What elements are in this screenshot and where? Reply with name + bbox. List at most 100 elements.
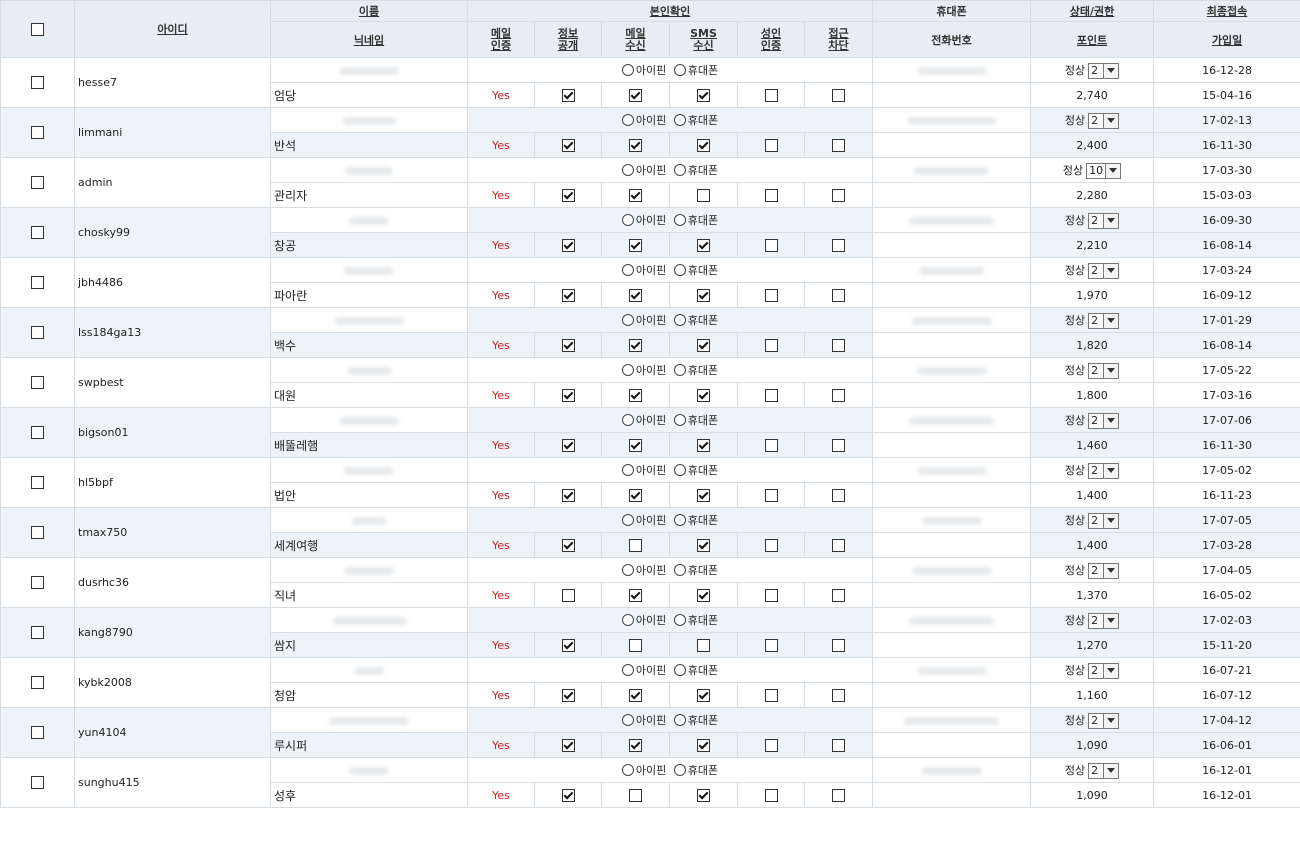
sms-receive-checkbox[interactable]: [697, 788, 710, 802]
mobile-option[interactable]: 휴대폰: [673, 362, 718, 378]
info-public-checkbox[interactable]: [561, 288, 575, 302]
row-select-checkbox[interactable]: [31, 726, 44, 740]
info-public-checkbox[interactable]: [561, 438, 575, 452]
mobile-option[interactable]: 휴대폰: [673, 712, 718, 728]
ipin-radio[interactable]: [621, 413, 634, 426]
mobile-radio[interactable]: [673, 513, 686, 526]
level-select[interactable]: 2: [1088, 662, 1120, 679]
mobile-option[interactable]: 휴대폰: [673, 112, 718, 128]
info-public-checkbox[interactable]: [561, 388, 575, 402]
ipin-option[interactable]: 아이핀: [621, 212, 666, 228]
ipin-radio[interactable]: [621, 363, 634, 376]
chevron-down-icon[interactable]: [1103, 663, 1119, 678]
adult-verify-checkbox[interactable]: [764, 788, 778, 802]
ipin-radio[interactable]: [621, 513, 634, 526]
adult-verify-checkbox[interactable]: [764, 738, 778, 752]
adult-verify-checkbox[interactable]: [764, 538, 778, 552]
header-nickname[interactable]: 닉네임: [270, 21, 468, 58]
ipin-radio[interactable]: [621, 563, 634, 576]
chevron-down-icon[interactable]: [1103, 213, 1119, 228]
chevron-down-icon[interactable]: [1103, 413, 1119, 428]
level-select[interactable]: 2: [1088, 712, 1120, 729]
member-id[interactable]: limmani: [74, 107, 271, 158]
info-public-checkbox[interactable]: [561, 488, 575, 502]
mobile-option[interactable]: 휴대폰: [673, 262, 718, 278]
ipin-option[interactable]: 아이핀: [621, 462, 666, 478]
info-public-checkbox[interactable]: [561, 238, 575, 252]
mail-receive-checkbox[interactable]: [629, 788, 642, 802]
header-adult-verify[interactable]: 성인 인증: [737, 21, 805, 58]
ipin-radio[interactable]: [621, 63, 634, 76]
mail-receive-checkbox[interactable]: [629, 288, 642, 302]
info-public-checkbox[interactable]: [561, 638, 575, 652]
access-block-checkbox[interactable]: [832, 738, 846, 752]
sms-receive-checkbox[interactable]: [697, 388, 710, 402]
header-verify-group[interactable]: 본인확인: [466, 0, 874, 22]
level-select[interactable]: 2: [1088, 512, 1120, 529]
member-id[interactable]: swpbest: [74, 357, 271, 408]
mobile-option[interactable]: 휴대폰: [673, 512, 718, 528]
adult-verify-checkbox[interactable]: [764, 588, 778, 602]
sms-receive-checkbox[interactable]: [697, 238, 710, 252]
ipin-option[interactable]: 아이핀: [621, 362, 666, 378]
header-access-block[interactable]: 접근 차단: [803, 21, 874, 58]
mobile-option[interactable]: 휴대폰: [673, 662, 718, 678]
ipin-option[interactable]: 아이핀: [621, 712, 666, 728]
mail-receive-checkbox[interactable]: [629, 88, 642, 102]
mobile-option[interactable]: 휴대폰: [673, 612, 718, 628]
header-info-public[interactable]: 정보 공개: [534, 21, 602, 58]
level-select[interactable]: 2: [1088, 762, 1120, 779]
adult-verify-checkbox[interactable]: [764, 238, 778, 252]
mail-receive-checkbox[interactable]: [629, 688, 642, 702]
adult-verify-checkbox[interactable]: [764, 438, 778, 452]
row-select-checkbox[interactable]: [31, 626, 44, 640]
member-id[interactable]: yun4104: [74, 707, 271, 758]
access-block-checkbox[interactable]: [832, 638, 846, 652]
info-public-checkbox[interactable]: [561, 538, 575, 552]
row-select-checkbox[interactable]: [31, 576, 44, 590]
access-block-checkbox[interactable]: [832, 88, 846, 102]
header-join-date[interactable]: 가입일: [1153, 21, 1300, 58]
chevron-down-icon[interactable]: [1103, 763, 1119, 778]
ipin-option[interactable]: 아이핀: [621, 562, 666, 578]
adult-verify-checkbox[interactable]: [764, 338, 778, 352]
info-public-checkbox[interactable]: [561, 588, 575, 602]
mail-receive-checkbox[interactable]: [629, 588, 642, 602]
row-select-checkbox[interactable]: [31, 526, 44, 540]
chevron-down-icon[interactable]: [1103, 713, 1119, 728]
mobile-radio[interactable]: [673, 563, 686, 576]
access-block-checkbox[interactable]: [832, 138, 846, 152]
header-id[interactable]: 아이디: [74, 0, 271, 58]
sms-receive-checkbox[interactable]: [697, 638, 710, 652]
level-select[interactable]: 10: [1086, 162, 1122, 179]
chevron-down-icon[interactable]: [1103, 513, 1119, 528]
ipin-radio[interactable]: [621, 213, 634, 226]
sms-receive-checkbox[interactable]: [697, 188, 710, 202]
header-name[interactable]: 이름: [270, 0, 468, 22]
adult-verify-checkbox[interactable]: [764, 138, 778, 152]
header-sms-receive[interactable]: SMS 수신: [669, 21, 738, 58]
member-id[interactable]: tmax750: [74, 507, 271, 558]
mobile-option[interactable]: 휴대폰: [673, 62, 718, 78]
info-public-checkbox[interactable]: [561, 138, 575, 152]
chevron-down-icon[interactable]: [1105, 163, 1121, 178]
member-id[interactable]: bigson01: [74, 407, 271, 458]
sms-receive-checkbox[interactable]: [697, 438, 710, 452]
access-block-checkbox[interactable]: [832, 538, 846, 552]
member-id[interactable]: kang8790: [74, 607, 271, 658]
chevron-down-icon[interactable]: [1103, 63, 1119, 78]
ipin-radio[interactable]: [621, 713, 634, 726]
member-id[interactable]: sunghu415: [74, 757, 271, 808]
mobile-option[interactable]: 휴대폰: [673, 762, 718, 778]
mobile-radio[interactable]: [673, 213, 686, 226]
access-block-checkbox[interactable]: [832, 188, 846, 202]
level-select[interactable]: 2: [1088, 412, 1120, 429]
info-public-checkbox[interactable]: [561, 788, 575, 802]
level-select[interactable]: 2: [1088, 562, 1120, 579]
sms-receive-checkbox[interactable]: [697, 138, 710, 152]
ipin-option[interactable]: 아이핀: [621, 762, 666, 778]
ipin-radio[interactable]: [621, 763, 634, 776]
ipin-radio[interactable]: [621, 263, 634, 276]
chevron-down-icon[interactable]: [1103, 563, 1119, 578]
mail-receive-checkbox[interactable]: [629, 488, 642, 502]
